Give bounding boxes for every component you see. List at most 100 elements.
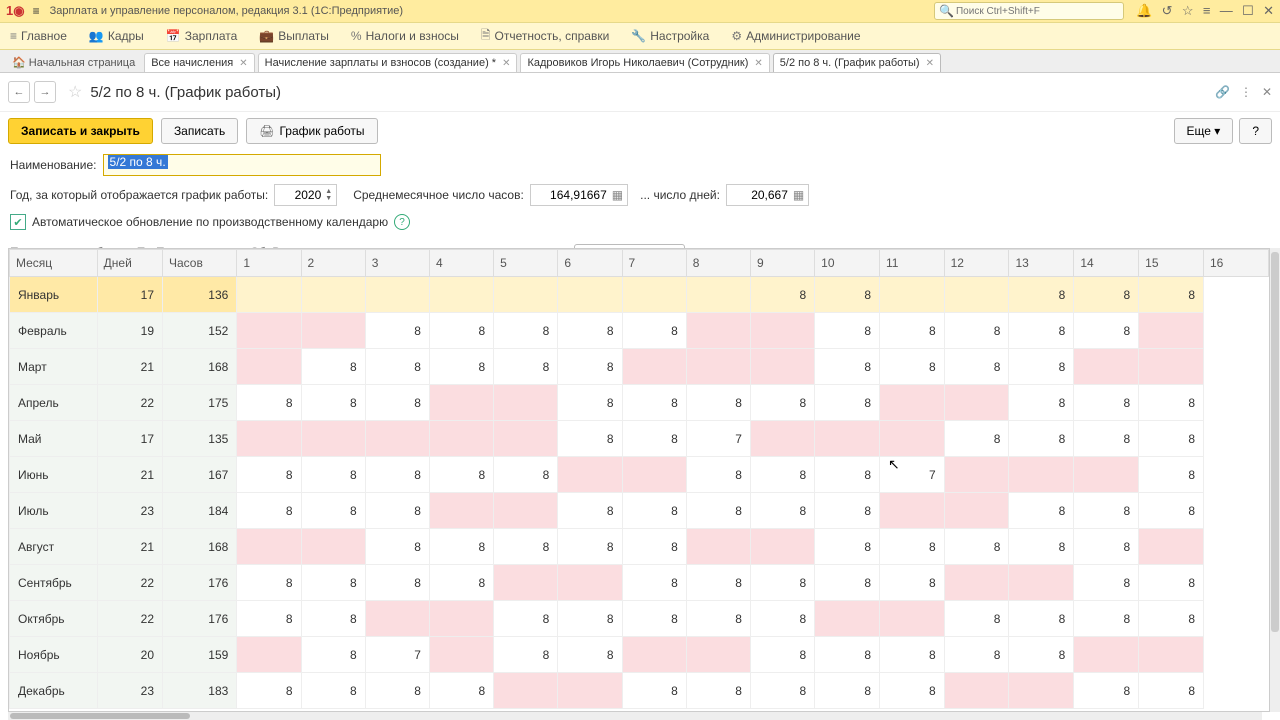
day-cell[interactable]: 8: [622, 385, 686, 421]
day-cell[interactable]: 8: [622, 421, 686, 457]
day-cell[interactable]: 8: [1074, 493, 1139, 529]
print-button[interactable]: 🖨График работы: [246, 118, 377, 144]
table-row[interactable]: Июнь211678888888878: [10, 457, 1269, 493]
day-cell[interactable]: 8: [750, 637, 814, 673]
day-cell[interactable]: [558, 673, 622, 709]
day-cell[interactable]: [494, 673, 558, 709]
day-cell[interactable]: [622, 277, 686, 313]
day-cell[interactable]: 8: [622, 493, 686, 529]
table-row[interactable]: Март21168888888888: [10, 349, 1269, 385]
menu-nalogi[interactable]: %Налоги и взносы: [351, 29, 459, 43]
day-cell[interactable]: 8: [494, 601, 558, 637]
day-cell[interactable]: 8: [558, 493, 622, 529]
day-cell[interactable]: 8: [622, 601, 686, 637]
day-cell[interactable]: 8: [880, 313, 945, 349]
day-cell[interactable]: 8: [365, 457, 429, 493]
spinner-icon[interactable]: ▲▼: [325, 188, 332, 202]
day-cell[interactable]: [237, 349, 301, 385]
avg-days-input[interactable]: ▦: [726, 184, 809, 206]
day-cell[interactable]: [237, 529, 301, 565]
day-cell[interactable]: 8: [558, 529, 622, 565]
close-icon[interactable]: ✕: [239, 58, 247, 69]
day-cell[interactable]: 8: [1074, 313, 1139, 349]
day-cell[interactable]: 8: [301, 637, 365, 673]
day-cell[interactable]: 7: [880, 457, 945, 493]
name-input[interactable]: 5/2 по 8 ч.: [103, 154, 381, 176]
day-cell[interactable]: [237, 313, 301, 349]
day-cell[interactable]: 8: [365, 673, 429, 709]
day-cell[interactable]: [429, 637, 493, 673]
day-cell[interactable]: 8: [750, 565, 814, 601]
menu-kadry[interactable]: 👥Кадры: [89, 29, 144, 43]
favorite-icon[interactable]: ☆: [68, 82, 82, 102]
day-cell[interactable]: 8: [815, 349, 880, 385]
day-cell[interactable]: 8: [1139, 565, 1204, 601]
day-cell[interactable]: 8: [429, 673, 493, 709]
day-cell[interactable]: [429, 421, 493, 457]
day-cell[interactable]: [880, 601, 945, 637]
day-cell[interactable]: [686, 313, 750, 349]
day-cell[interactable]: 8: [1009, 637, 1074, 673]
day-cell[interactable]: 8: [301, 349, 365, 385]
help-icon[interactable]: ?: [394, 214, 410, 230]
day-cell[interactable]: 8: [815, 493, 880, 529]
horizontal-scrollbar[interactable]: [8, 712, 1262, 720]
day-cell[interactable]: [686, 349, 750, 385]
tab-schedule[interactable]: 5/2 по 8 ч. (График работы)✕: [773, 53, 941, 72]
day-cell[interactable]: 8: [622, 565, 686, 601]
day-cell[interactable]: [494, 385, 558, 421]
day-cell[interactable]: [880, 493, 945, 529]
day-cell[interactable]: [558, 565, 622, 601]
day-cell[interactable]: 8: [365, 529, 429, 565]
day-cell[interactable]: 8: [429, 565, 493, 601]
day-cell[interactable]: [1139, 313, 1204, 349]
close-icon[interactable]: ✕: [926, 58, 934, 69]
day-cell[interactable]: [686, 637, 750, 673]
day-cell[interactable]: [1139, 349, 1204, 385]
day-cell[interactable]: [494, 421, 558, 457]
table-row[interactable]: Январь1713688888: [10, 277, 1269, 313]
day-cell[interactable]: 8: [365, 349, 429, 385]
day-cell[interactable]: 8: [750, 601, 814, 637]
day-cell[interactable]: 8: [1139, 601, 1204, 637]
day-cell[interactable]: [944, 493, 1009, 529]
bell-icon[interactable]: 🔔: [1136, 3, 1152, 18]
day-cell[interactable]: [750, 313, 814, 349]
menu-admin[interactable]: ⚙Администрирование: [731, 29, 860, 43]
menu-otchet[interactable]: 🗎Отчетность, справки: [481, 26, 609, 47]
day-cell[interactable]: 8: [365, 313, 429, 349]
day-cell[interactable]: [301, 313, 365, 349]
day-cell[interactable]: [944, 565, 1009, 601]
day-cell[interactable]: 8: [365, 493, 429, 529]
day-cell[interactable]: 8: [686, 673, 750, 709]
day-cell[interactable]: 8: [494, 529, 558, 565]
day-cell[interactable]: 8: [815, 277, 880, 313]
day-cell[interactable]: 8: [494, 313, 558, 349]
day-cell[interactable]: 8: [1139, 277, 1204, 313]
day-cell[interactable]: [1009, 457, 1074, 493]
day-cell[interactable]: [1139, 637, 1204, 673]
day-cell[interactable]: 8: [750, 673, 814, 709]
day-cell[interactable]: 8: [686, 385, 750, 421]
day-cell[interactable]: 7: [365, 637, 429, 673]
day-cell[interactable]: [365, 601, 429, 637]
link-icon[interactable]: 🔗: [1215, 85, 1230, 99]
day-cell[interactable]: [686, 529, 750, 565]
day-cell[interactable]: [429, 385, 493, 421]
day-cell[interactable]: 8: [365, 565, 429, 601]
close-icon[interactable]: ✕: [754, 58, 762, 69]
day-cell[interactable]: 8: [558, 385, 622, 421]
day-cell[interactable]: 8: [558, 349, 622, 385]
day-cell[interactable]: [815, 601, 880, 637]
menu-main[interactable]: ≡Главное: [10, 29, 67, 43]
help-button[interactable]: ?: [1239, 118, 1272, 144]
day-cell[interactable]: 8: [1009, 529, 1074, 565]
menu-icon[interactable]: ≡: [1203, 3, 1211, 18]
day-cell[interactable]: 8: [494, 457, 558, 493]
day-cell[interactable]: [494, 493, 558, 529]
day-cell[interactable]: 7: [686, 421, 750, 457]
day-cell[interactable]: 8: [944, 421, 1009, 457]
day-cell[interactable]: [1139, 529, 1204, 565]
day-cell[interactable]: [944, 457, 1009, 493]
day-cell[interactable]: 8: [237, 385, 301, 421]
